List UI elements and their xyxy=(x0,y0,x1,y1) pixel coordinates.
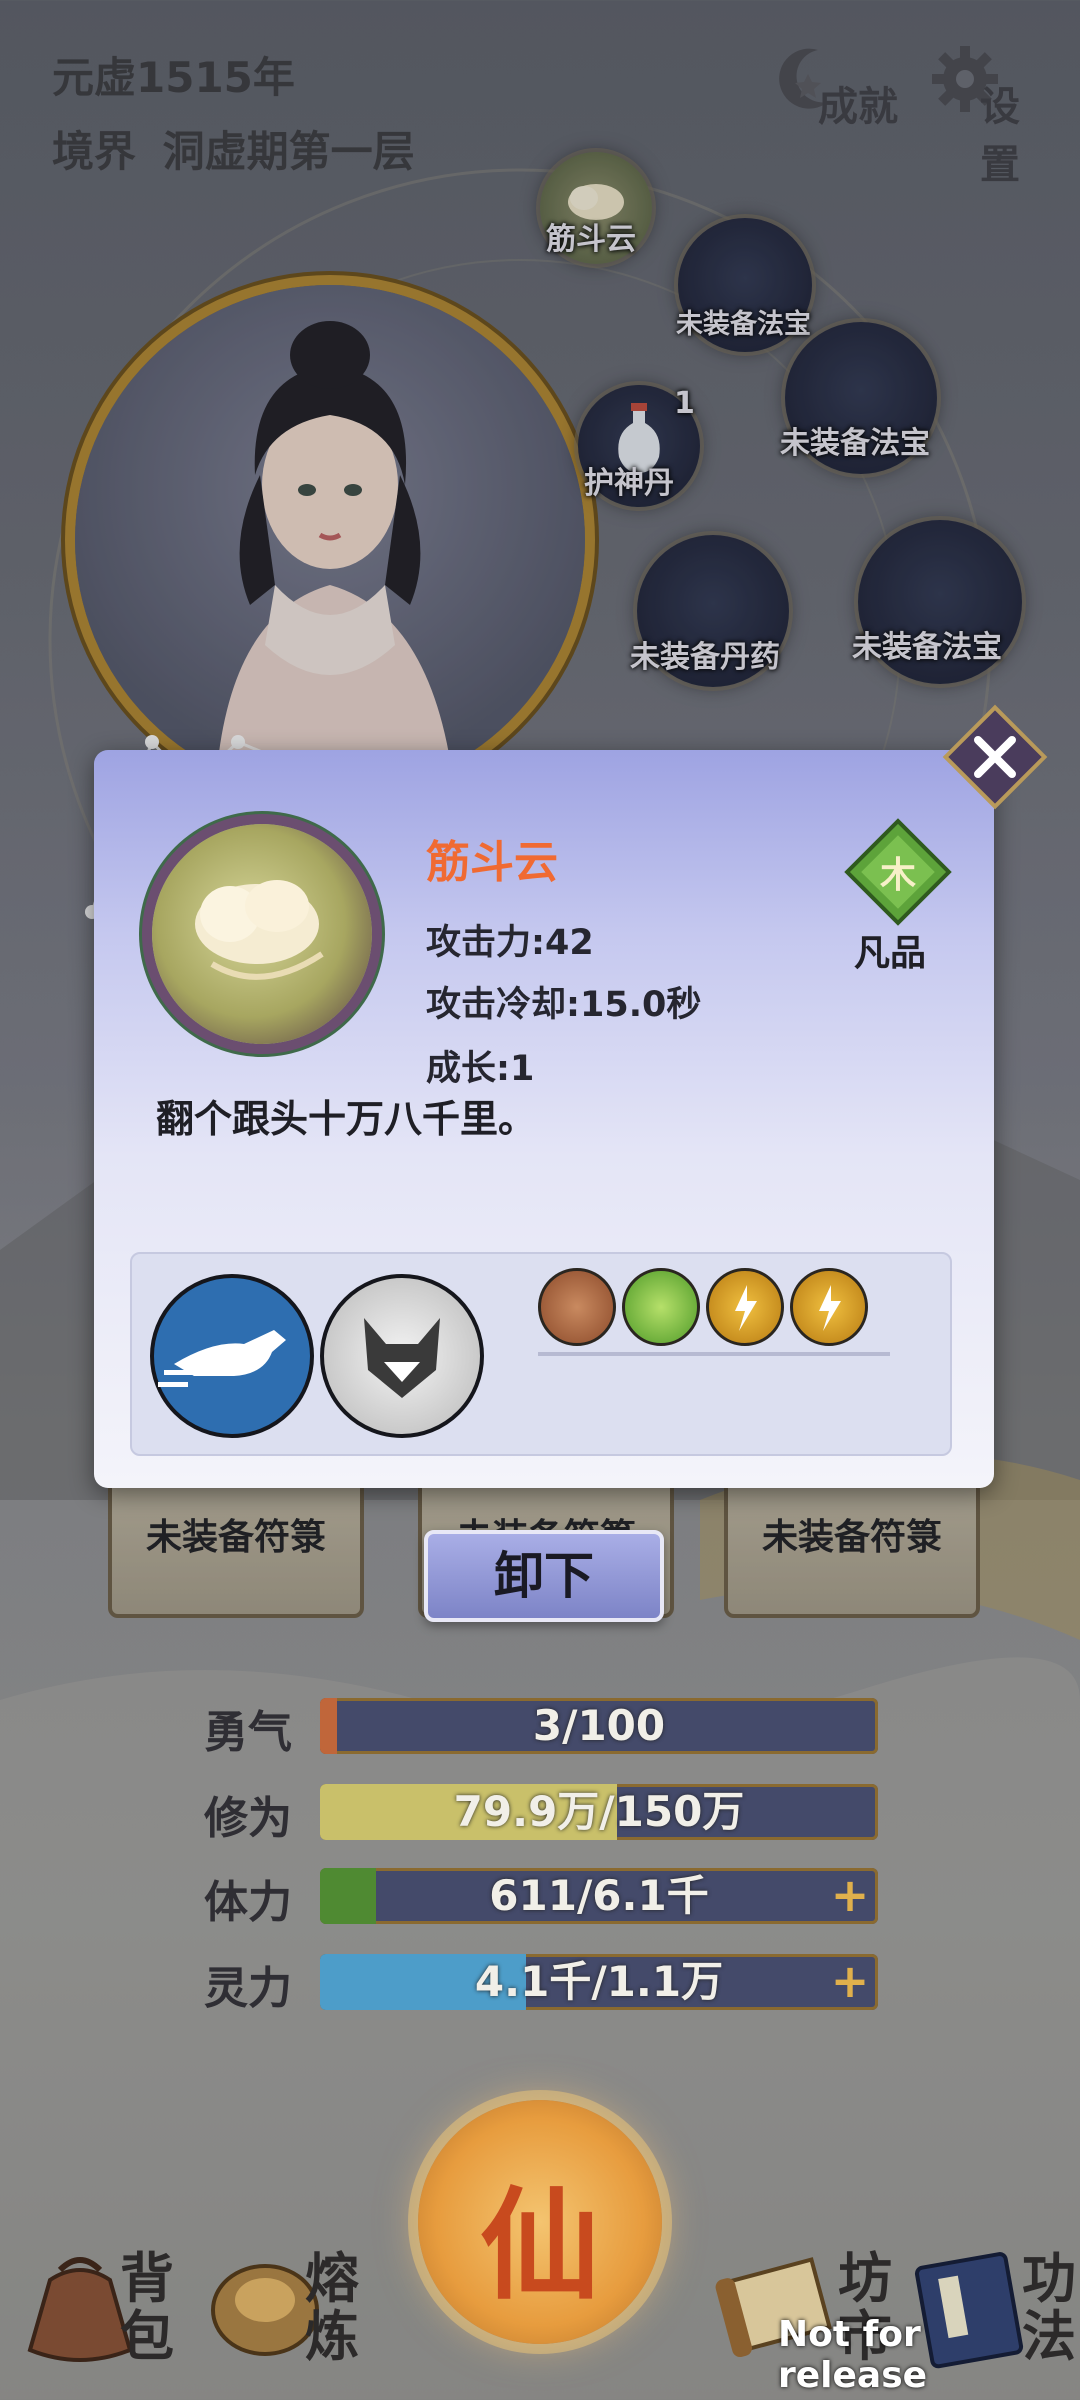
nav-smelt-label: 熔炼 xyxy=(305,2247,359,2368)
stat-bar: 4.1千/1.1万 + xyxy=(320,1954,878,2010)
skill-wolf-dash[interactable] xyxy=(150,1274,314,1438)
nav-center-label: 仙 xyxy=(480,2177,600,2316)
item-description: 翻个跟头十万八千里。 xyxy=(156,1097,537,1141)
stat-label: 体力 xyxy=(204,1877,292,1928)
stat-label: 勇气 xyxy=(204,1707,292,1758)
wolf-run-icon xyxy=(158,1330,286,1387)
item-growth: 成长:1 xyxy=(426,1049,535,1089)
stat-label: 灵力 xyxy=(204,1963,292,2014)
item-name: 筋斗云 xyxy=(426,837,558,888)
passive-lightning-icon[interactable] xyxy=(706,1268,784,1346)
stat-value: 3/100 xyxy=(532,1701,666,1750)
item-icon xyxy=(152,824,372,1044)
nav-smelt[interactable]: 熔炼 xyxy=(205,2230,385,2380)
close-icon xyxy=(942,704,1048,810)
item-cooldown: 攻击冷却:15.0秒 xyxy=(426,985,702,1025)
nav-bag[interactable]: 背包 xyxy=(20,2230,200,2380)
wolf-head-icon xyxy=(364,1318,440,1398)
skill-panel xyxy=(130,1252,952,1456)
unequip-button[interactable]: 卸下 xyxy=(424,1530,664,1622)
cloud-icon xyxy=(195,880,324,980)
passive-lightning-icon[interactable] xyxy=(790,1268,868,1346)
passive-divider xyxy=(538,1352,890,1356)
passive-wood-icon[interactable] xyxy=(622,1268,700,1346)
stat-bar: 3/100 xyxy=(320,1698,878,1754)
item-attack: 攻击力:42 xyxy=(426,923,594,963)
plus-icon[interactable]: + xyxy=(830,1958,870,2004)
plus-icon[interactable]: + xyxy=(830,1872,870,1918)
nav-center-button[interactable]: 仙 xyxy=(418,2100,662,2344)
grade-badge: 木 xyxy=(842,816,954,928)
skill-wolf-head[interactable] xyxy=(320,1274,484,1438)
watermark: Not for release xyxy=(778,2314,928,2396)
element-char: 木 xyxy=(879,855,916,896)
stat-value: 611/6.1千 xyxy=(489,1871,709,1920)
grade-label: 凡品 xyxy=(854,933,927,974)
nav-bag-label: 背包 xyxy=(120,2247,174,2368)
stat-value: 4.1千/1.1万 xyxy=(474,1957,724,2006)
close-button[interactable] xyxy=(938,700,1052,814)
item-detail-dialog: 筋斗云 攻击力:42 攻击冷却:15.0秒 成长:1 翻个跟头十万八千里。 木 … xyxy=(94,750,994,1488)
passive-fox-icon[interactable] xyxy=(538,1268,616,1346)
stat-label: 修为 xyxy=(204,1793,292,1844)
stat-value: 79.9万/150万 xyxy=(453,1787,745,1836)
stat-bar: 611/6.1千 + xyxy=(320,1868,878,1924)
stat-bar: 79.9万/150万 xyxy=(320,1784,878,1840)
